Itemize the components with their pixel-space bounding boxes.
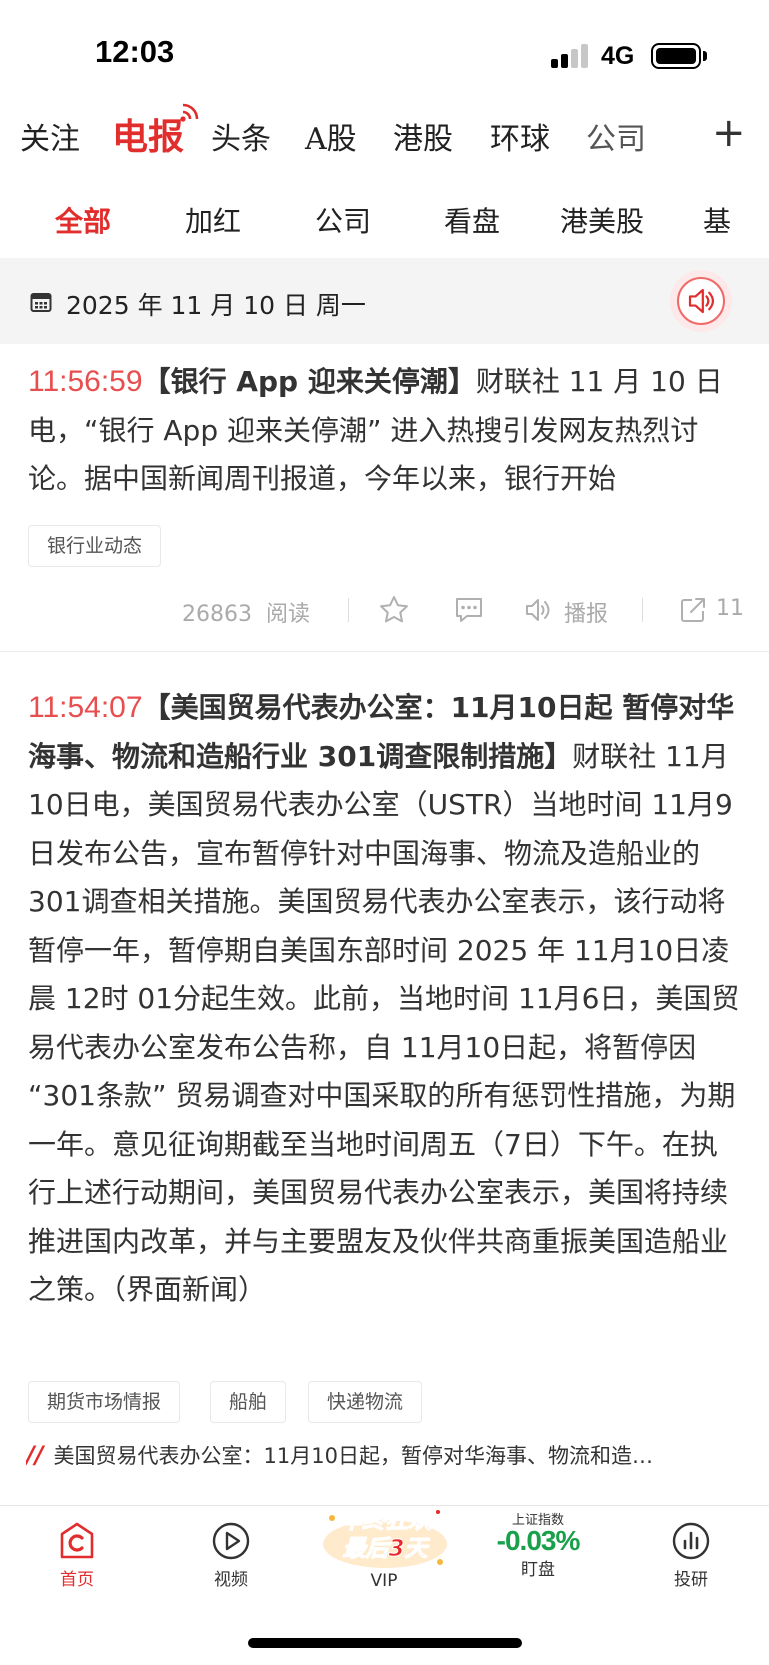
home-indicator [248, 1638, 522, 1648]
tab-video[interactable]: 视频 [181, 1521, 281, 1590]
broadcast-button[interactable]: 播报 [564, 596, 608, 628]
tab-hk-shares[interactable]: 港股 [393, 114, 453, 158]
speaker-icon[interactable] [523, 595, 553, 625]
tab-video-label: 视频 [214, 1570, 248, 1590]
share-count: 11 [716, 596, 744, 621]
date-label: 2025 年 11 月 10 日 周一 [66, 291, 366, 320]
tab-company[interactable]: 公司 [586, 114, 646, 158]
home-icon [60, 1522, 94, 1559]
signal-icon [551, 44, 591, 68]
tab-follow[interactable]: 关注 [20, 114, 80, 158]
battery-icon [651, 43, 701, 69]
news-time: 11:56:59 [28, 365, 143, 398]
action-separator [642, 598, 643, 622]
tab-vip-label[interactable]: VIP [334, 1571, 434, 1591]
add-channel-button[interactable]: + [712, 110, 746, 156]
news-tag[interactable]: 期货市场情报 [28, 1381, 181, 1423]
subtab-hk-us-stocks[interactable]: 港美股 [560, 200, 644, 240]
tab-home[interactable]: 首页 [27, 1521, 127, 1590]
news-item-2-text[interactable]: 11:54:07【美国贸易代表办公室：11月10日起 暂停对华海事、物流和造船行… [28, 684, 740, 1364]
read-count: 26863 阅读 [182, 602, 311, 627]
related-news-link[interactable]: // 美国贸易代表办公室：11月10日起，暂停对华海事、物流和造… [26, 1440, 726, 1470]
tab-watch-label: 盯盘 [521, 1560, 555, 1580]
favorite-star-icon[interactable] [378, 594, 410, 626]
tab-research-label: 投研 [674, 1570, 708, 1590]
research-chart-icon [672, 1522, 710, 1560]
video-play-icon [212, 1522, 250, 1560]
news-tag[interactable]: 快递物流 [308, 1381, 423, 1423]
subtab-company[interactable]: 公司 [315, 200, 371, 240]
share-icon[interactable] [678, 595, 708, 625]
year-end-sale-badge[interactable]: 年终狂欢 最后3天 [318, 1498, 452, 1578]
tab-home-label: 首页 [60, 1570, 94, 1590]
live-signal-icon [180, 103, 199, 122]
badge-line-2: 最后3天 [342, 1536, 430, 1562]
tab-a-shares[interactable]: A股 [305, 114, 357, 158]
tab-watch[interactable]: 盯盘 [488, 1551, 588, 1580]
news-tag[interactable]: 银行业动态 [28, 525, 162, 567]
subtab-all[interactable]: 全部 [55, 200, 111, 240]
news-item-1-text[interactable]: 11:56:59【银行 App 迎来关停潮】财联社 11 月 10 日电，“银行… [28, 358, 740, 504]
date-bar: 2025 年 11 月 10 日 周一 [0, 258, 769, 344]
tab-headlines[interactable]: 头条 [211, 114, 271, 158]
tab-fade-mask [640, 100, 700, 170]
tab-telegraph[interactable]: 电报 [112, 108, 184, 160]
subtab-highlighted[interactable]: 加红 [185, 200, 241, 240]
news-title: 【银行 App 迎来关停潮】 [142, 365, 476, 398]
top-nav: 关注 电报 头条 A股 港股 环球 公司 + [0, 100, 769, 170]
news-tag[interactable]: 船舶 [210, 1381, 287, 1423]
related-mark-icon: // [26, 1441, 44, 1469]
action-separator [348, 598, 349, 622]
subtab-fund[interactable]: 基 [703, 200, 731, 240]
related-news-title: 美国贸易代表办公室：11月10日起，暂停对华海事、物流和造… [53, 1444, 653, 1468]
calendar-icon [30, 293, 52, 312]
battery-tip [703, 51, 707, 61]
tab-research[interactable]: 投研 [641, 1521, 741, 1590]
comment-icon[interactable] [453, 594, 485, 626]
badge-line-1: 年终狂欢 [339, 1508, 435, 1534]
broadcast-all-button[interactable] [670, 270, 732, 332]
status-time: 12:03 [95, 34, 175, 69]
news-body: 财联社 11月10日电，美国贸易代表办公室（USTR）当地时间 11月9日发布公… [28, 739, 740, 1307]
network-label: 4G [601, 42, 635, 70]
status-bar: 12:03 4G [0, 0, 769, 100]
tab-global[interactable]: 环球 [490, 114, 550, 158]
news-time: 11:54:07 [28, 691, 143, 724]
news-item-1-actions: 26863 阅读 播报 11 [0, 588, 769, 632]
speaker-icon [688, 288, 715, 314]
divider [0, 651, 769, 652]
sub-nav: 全部 加红 公司 看盘 港美股 基 [0, 190, 769, 250]
subtab-market-watch[interactable]: 看盘 [444, 200, 500, 240]
